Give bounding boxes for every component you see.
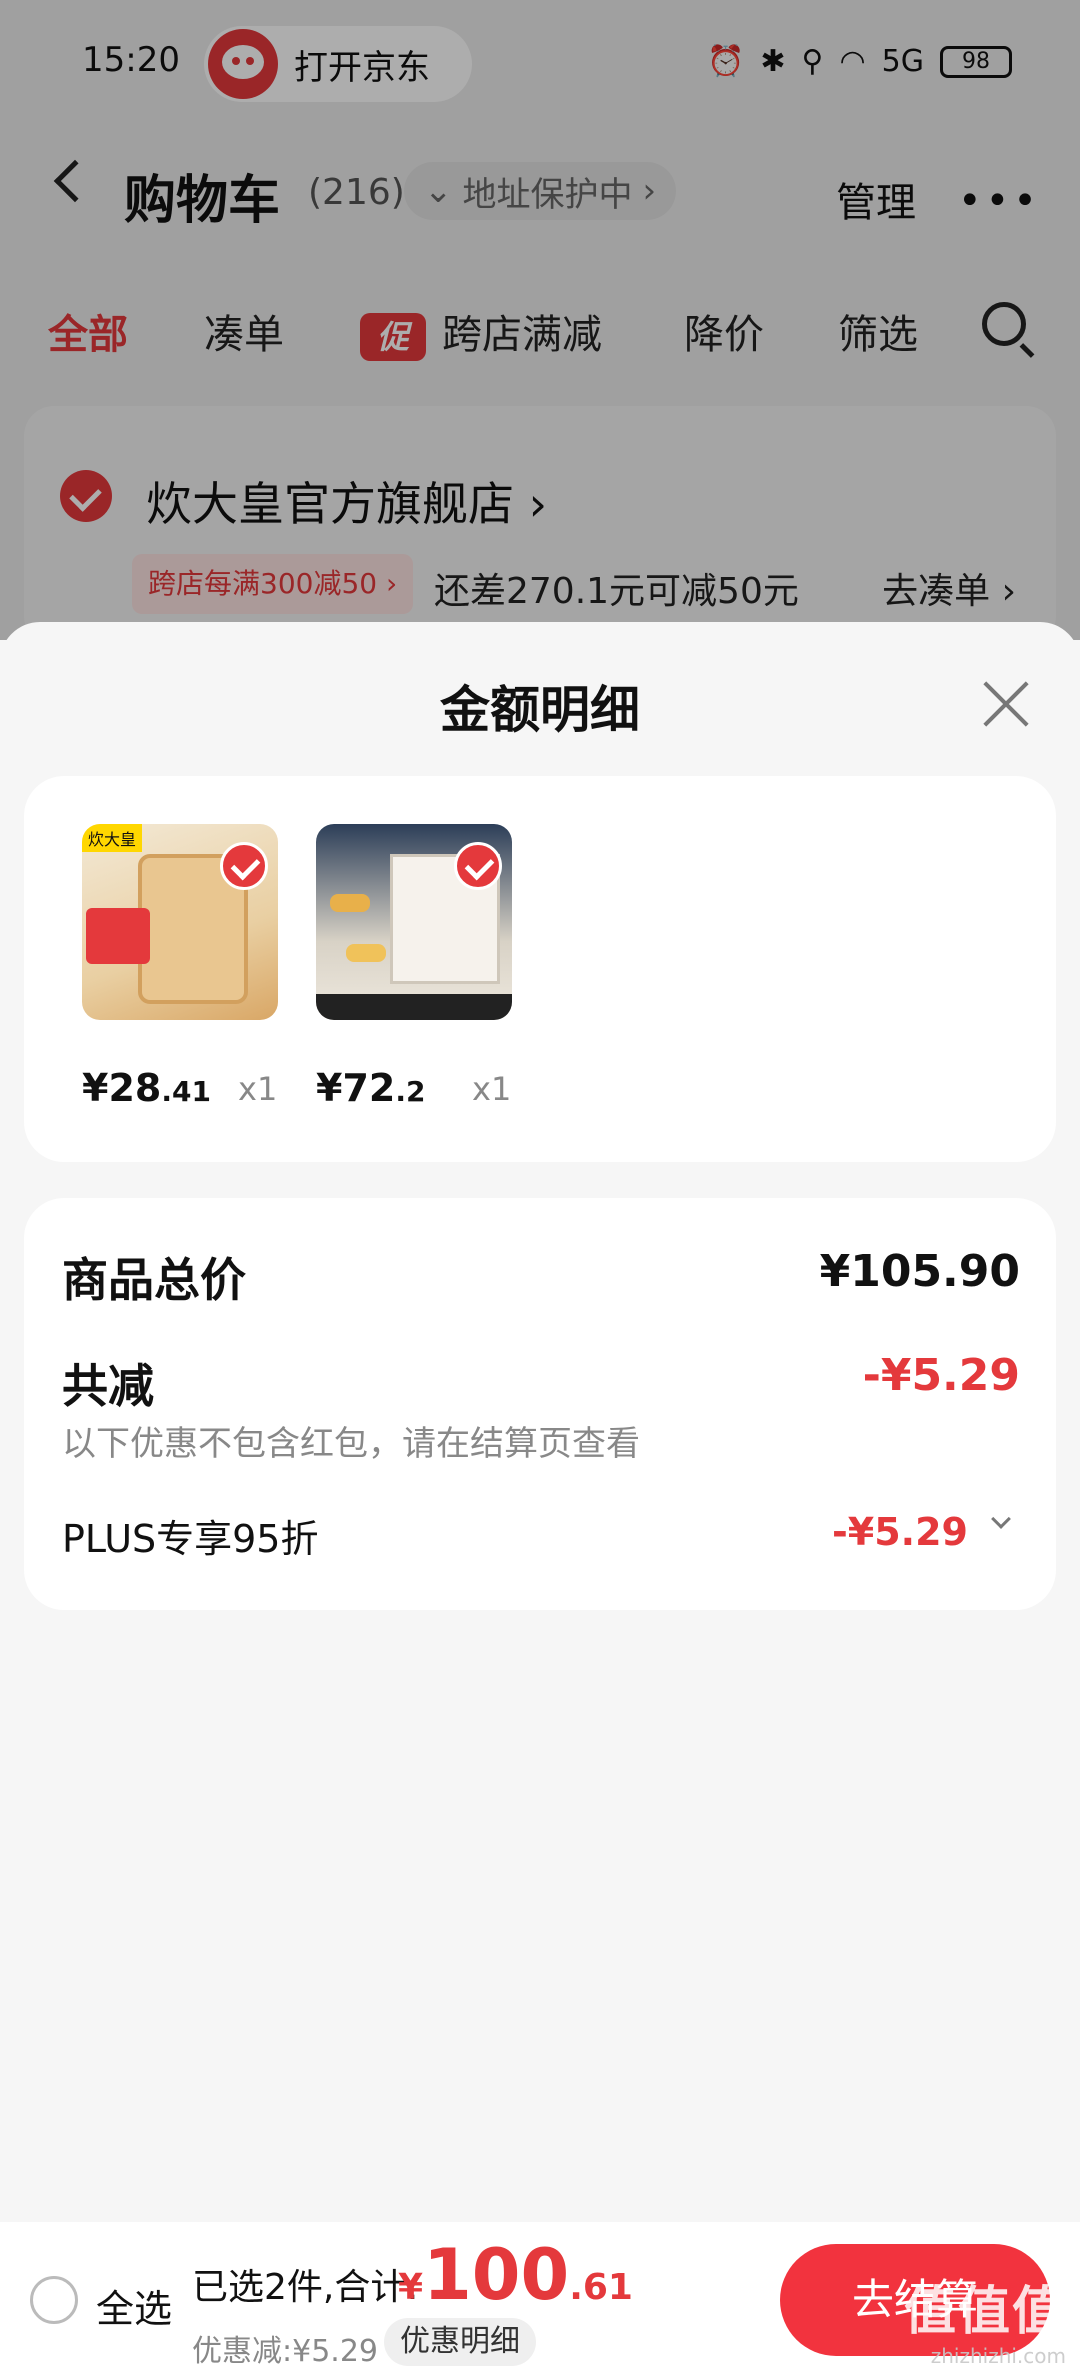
discount-note: 以下优惠不包含红包，请在结算页查看 <box>62 1424 640 1464</box>
check-icon[interactable] <box>454 842 502 890</box>
watermark-logo: 值值值 <box>903 2282 1066 2342</box>
discount-label: 共减 <box>62 1359 154 1413</box>
cart-page-background: 15:20 打开京东 ⏰ ✱ ⚲ ◠ 5G 98 购物车 (216) ⌄ 地址保… <box>0 0 1080 646</box>
product-item[interactable]: 炊大皇 <box>82 824 278 1020</box>
discount-value: -¥5.29 <box>862 1350 1020 1401</box>
sheet-title: 金额明细 <box>440 681 640 739</box>
close-icon[interactable] <box>980 678 1032 730</box>
brand-tag: 炊大皇 <box>82 824 143 852</box>
checkout-bar: 全选 已选2件,合计: ¥100.61 优惠减:¥5.29 优惠明细 去结算 值… <box>0 2222 1080 2376</box>
check-icon[interactable] <box>220 842 268 890</box>
product-price: ¥28.41 <box>82 1066 211 1110</box>
product-qty: x1 <box>238 1070 278 1108</box>
amount-detail-sheet: 金额明细 炊大皇 ¥28.41 x1 ¥72.2 x1 商品总价 ¥105.90… <box>0 622 1080 2222</box>
discount-detail-button[interactable]: 优惠明细 <box>384 2318 536 2366</box>
totals-card: 商品总价 ¥105.90 共减 -¥5.29 以下优惠不包含红包，请在结算页查看… <box>24 1198 1056 1610</box>
shoe-rack-image <box>316 824 512 1020</box>
selected-summary: 已选2件,合计: <box>192 2267 419 2308</box>
product-price: ¥72.2 <box>316 1066 426 1110</box>
product-qty: x1 <box>472 1070 512 1108</box>
dim-overlay[interactable] <box>0 0 1080 640</box>
cutting-board-image: 炊大皇 <box>82 824 278 1020</box>
discount-line: 优惠减:¥5.29 <box>192 2334 378 2369</box>
select-all-checkbox[interactable] <box>30 2276 78 2324</box>
chevron-down-icon[interactable] <box>991 1509 1011 1529</box>
subtotal-value: ¥105.90 <box>819 1246 1020 1297</box>
subtotal-label: 商品总价 <box>62 1253 246 1307</box>
watermark: 值值值 zhizhizhi.com <box>904 2269 1066 2368</box>
select-all-label[interactable]: 全选 <box>96 2278 172 2333</box>
product-item[interactable] <box>316 824 512 1020</box>
plus-discount-label: PLUS专享95折 <box>62 1517 319 1561</box>
watermark-url: zhizhizhi.com <box>930 2344 1066 2368</box>
total-price: ¥100.61 <box>398 2234 633 2316</box>
products-card: 炊大皇 ¥28.41 x1 ¥72.2 x1 <box>24 776 1056 1162</box>
plus-discount-value[interactable]: -¥5.29 <box>832 1510 968 1554</box>
